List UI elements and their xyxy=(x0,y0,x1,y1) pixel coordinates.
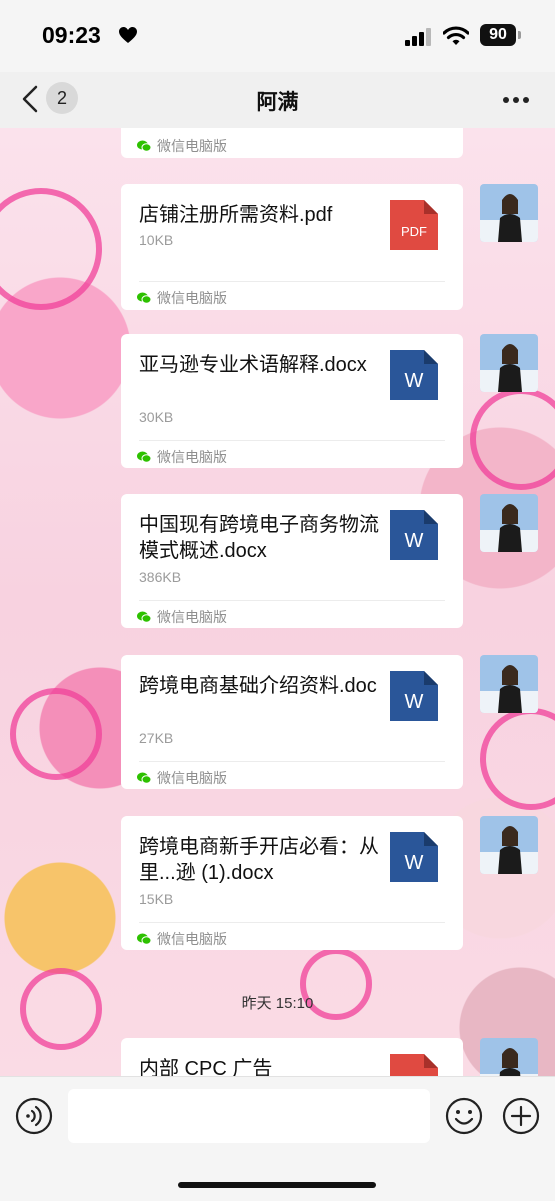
chat-area[interactable]: 微信电脑版 店铺注册所需资料.pdf 10KB PDF 微信电脑版 亚马逊专业术… xyxy=(0,128,555,1076)
home-indicator xyxy=(178,1182,376,1188)
message-source: 微信电脑版 xyxy=(137,288,227,308)
avatar[interactable] xyxy=(480,494,538,552)
svg-text:W: W xyxy=(405,530,424,552)
background-doodle xyxy=(480,708,555,810)
word-file-icon: W xyxy=(390,350,438,400)
file-name: 中国现有跨境电子商务物流模式概述.docx xyxy=(139,514,379,562)
file-size: 10KB xyxy=(139,232,174,248)
word-file-icon: W xyxy=(390,832,438,882)
file-size: 15KB xyxy=(139,891,174,907)
wechat-icon xyxy=(137,933,151,945)
svg-text:W: W xyxy=(405,691,424,713)
divider xyxy=(139,440,445,441)
message-source: 微信电脑版 xyxy=(137,607,227,627)
message-source: 微信电脑版 xyxy=(137,929,227,949)
wechat-icon xyxy=(137,292,151,304)
file-message[interactable]: 微信电脑版 xyxy=(121,128,463,158)
divider xyxy=(139,922,445,923)
emoji-icon[interactable] xyxy=(445,1097,483,1135)
pdf-file-icon xyxy=(390,1054,438,1076)
file-name: 店铺注册所需资料.pdf xyxy=(139,204,333,226)
message-input[interactable] xyxy=(68,1089,430,1143)
heart-icon xyxy=(119,27,137,43)
file-size: 27KB xyxy=(139,730,174,746)
file-message[interactable]: 中国现有跨境电子商务物流模式概述.docx 386KB W 微信电脑版 xyxy=(121,494,463,628)
file-name: 亚马逊专业术语解释.docx xyxy=(139,354,367,376)
wechat-icon xyxy=(137,451,151,463)
file-message[interactable]: 亚马逊专业术语解释.docx 30KB W 微信电脑版 xyxy=(121,334,463,468)
message-source: 微信电脑版 xyxy=(137,136,227,156)
avatar[interactable] xyxy=(480,334,538,392)
message-timestamp: 昨天 15:10 xyxy=(241,995,314,1012)
battery-cap xyxy=(518,31,521,39)
more-options-icon[interactable] xyxy=(502,96,530,104)
background-doodle xyxy=(10,688,102,780)
pdf-file-icon: PDF xyxy=(390,200,438,250)
svg-text:W: W xyxy=(405,852,424,874)
status-bar: 09:23 90 xyxy=(0,0,555,72)
divider xyxy=(139,600,445,601)
avatar[interactable] xyxy=(480,816,538,874)
file-name: 跨境电商基础介绍资料.doc xyxy=(139,675,377,697)
status-time: 09:23 xyxy=(42,22,101,48)
file-message[interactable]: 店铺注册所需资料.pdf 10KB PDF 微信电脑版 xyxy=(121,184,463,310)
background-doodle xyxy=(470,388,555,490)
voice-input-icon[interactable] xyxy=(15,1097,53,1135)
chat-header: 2 阿满 xyxy=(0,72,555,128)
battery-indicator: 90 xyxy=(480,24,516,46)
message-source: 微信电脑版 xyxy=(137,447,227,467)
avatar[interactable] xyxy=(480,655,538,713)
file-message[interactable]: 跨境电商基础介绍资料.doc 27KB W 微信电脑版 xyxy=(121,655,463,789)
wechat-icon xyxy=(137,772,151,784)
file-message[interactable]: 内部 CPC 广告 xyxy=(121,1038,463,1076)
signal-icon xyxy=(405,28,431,46)
divider xyxy=(139,761,445,762)
chat-title: 阿满 xyxy=(256,91,299,114)
svg-text:W: W xyxy=(405,370,424,392)
avatar[interactable] xyxy=(480,1038,538,1076)
file-name: 跨境电商新手开店必看：从里...逊 (1).docx xyxy=(139,836,379,884)
word-file-icon: W xyxy=(390,671,438,721)
file-size: 30KB xyxy=(139,409,174,425)
plus-icon[interactable] xyxy=(502,1097,540,1135)
file-name: 内部 CPC 广告 xyxy=(139,1058,273,1076)
divider xyxy=(139,281,445,282)
wechat-icon xyxy=(137,611,151,623)
word-file-icon: W xyxy=(390,510,438,560)
file-message[interactable]: 跨境电商新手开店必看：从里...逊 (1).docx 15KB W 微信电脑版 xyxy=(121,816,463,950)
wechat-icon xyxy=(137,140,151,152)
avatar[interactable] xyxy=(480,184,538,242)
svg-text:PDF: PDF xyxy=(401,224,427,239)
file-size: 386KB xyxy=(139,569,182,585)
wifi-icon xyxy=(443,26,469,45)
message-source: 微信电脑版 xyxy=(137,768,227,788)
background-doodle xyxy=(0,188,102,310)
